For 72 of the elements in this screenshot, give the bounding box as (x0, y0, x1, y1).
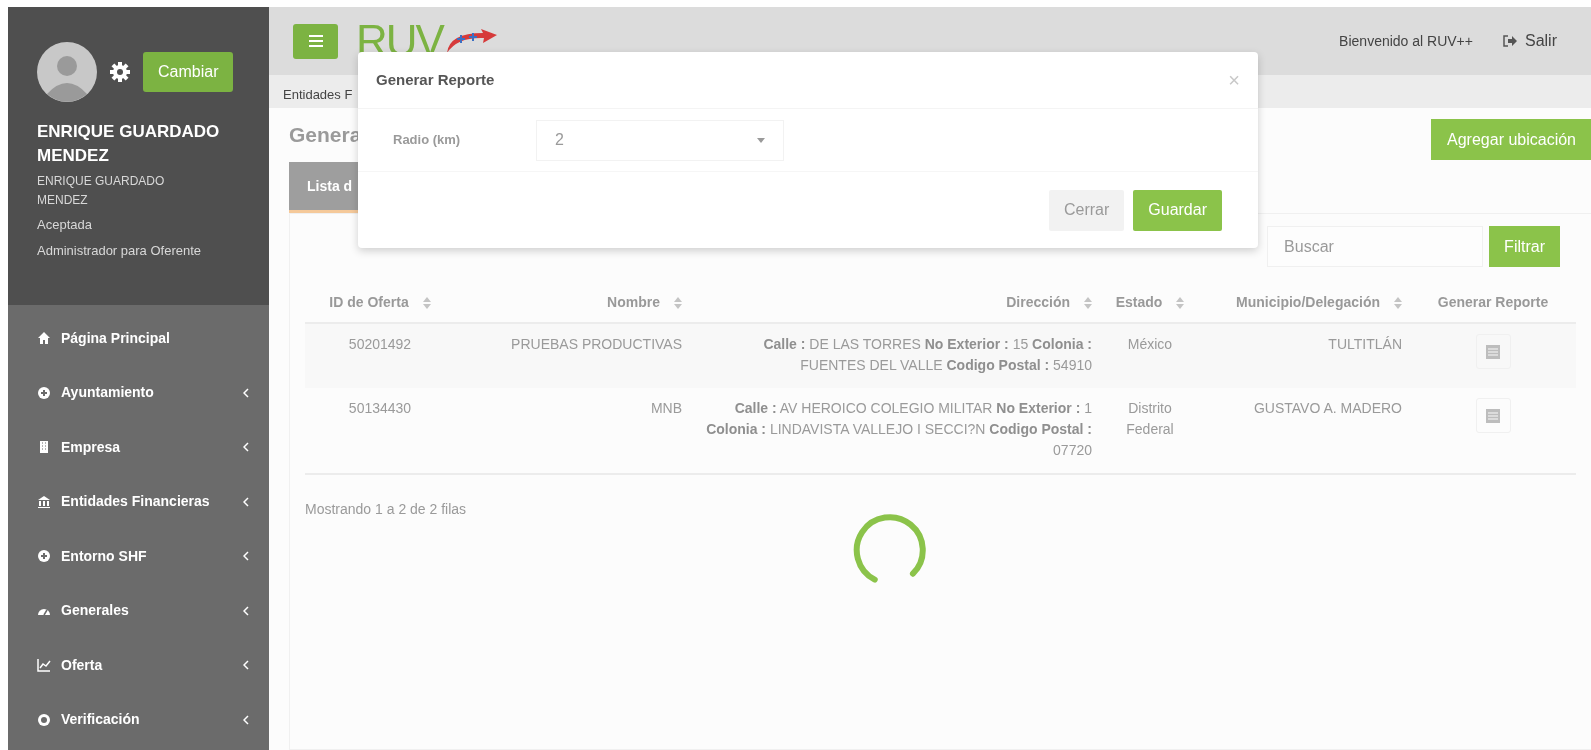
column-header: Generar Reporte (1410, 283, 1576, 323)
welcome-text: Bienvenido al RUV++ (1339, 31, 1473, 51)
save-button[interactable]: Guardar (1133, 189, 1222, 231)
chevron-left-icon (243, 442, 249, 453)
table-cell: PRUEBAS PRODUCTIVAS (455, 323, 690, 388)
sort-icon (1394, 296, 1402, 311)
sort-icon (1084, 296, 1092, 311)
building-icon (37, 440, 51, 455)
chevron-left-icon (243, 605, 249, 616)
sidebar-item[interactable]: Página Principal (8, 311, 269, 366)
chevron-left-icon (243, 387, 249, 398)
radius-select[interactable]: 2 (536, 119, 784, 161)
radius-value: 2 (555, 130, 564, 150)
menu-icon (308, 35, 323, 47)
plus-circle-icon (37, 549, 51, 564)
table-cell: MNB (455, 388, 690, 474)
plus-circle-icon (37, 385, 51, 400)
user-name: ENRIQUE GUARDADO MENDEZ (37, 121, 221, 167)
bank-icon (37, 494, 51, 509)
table-cell: GUSTAVO A. MADERO (1200, 388, 1410, 474)
chevron-left-icon (243, 660, 249, 671)
close-dialog-button[interactable]: Cerrar (1048, 189, 1125, 231)
list-icon (1486, 408, 1500, 423)
sidebar-item[interactable]: Verificación (8, 692, 269, 747)
avatar-icon (37, 42, 97, 102)
report-button[interactable] (1475, 334, 1511, 369)
column-header[interactable]: Dirección (690, 283, 1100, 323)
sort-icon (422, 296, 431, 311)
column-header[interactable]: Nombre (455, 283, 690, 323)
logout-link[interactable]: Salir (1503, 29, 1557, 53)
caret-icon (757, 137, 765, 143)
chevron-left-icon (243, 496, 249, 507)
sign-out-icon (1503, 35, 1517, 47)
dialog-title: Generar Reporte (376, 69, 495, 90)
sidebar-item[interactable]: Ayuntamiento (8, 365, 269, 420)
user-role: Administrador para Oferente (37, 241, 203, 260)
menu-button[interactable] (293, 23, 338, 59)
sort-icon (674, 296, 682, 311)
sidebar-item[interactable]: Oferta (8, 638, 269, 693)
column-header[interactable]: ID de Oferta (305, 283, 455, 323)
chevron-left-icon (243, 714, 249, 725)
column-header[interactable]: Municipio/Delegación (1200, 283, 1410, 323)
pagination-info: Mostrando 1 a 2 de 2 filas (305, 500, 468, 519)
chevron-left-icon (243, 551, 249, 562)
close-button[interactable]: × (1228, 70, 1240, 90)
table-cell: México (1100, 323, 1200, 388)
sidebar-item[interactable]: Empresa (8, 420, 269, 475)
filter-button[interactable]: Filtrar (1489, 226, 1560, 267)
breadcrumb: Entidades F (283, 85, 353, 104)
user-status: Aceptada (37, 216, 93, 234)
table-cell: Calle : DE LAS TORRES No Exterior : 15 Colonia : FUENTES DEL VALLE Codigo Postal : 54910 (690, 323, 1100, 388)
table-cell: 50134430 (305, 388, 455, 474)
search-field[interactable]: Buscar (1267, 226, 1484, 267)
list-icon (1486, 344, 1500, 359)
sidebar-item[interactable]: Entidades Financieras (8, 474, 269, 529)
line-chart-icon (37, 658, 51, 673)
sidebar-item[interactable]: Generales (8, 583, 269, 638)
user-fullname: ENRIQUE GUARDADO MENDEZ (37, 173, 166, 209)
radius-label: Radio (km) (393, 131, 462, 150)
table-cell: 50201492 (305, 323, 455, 388)
table-cell: Distrito Federal (1100, 388, 1200, 474)
column-header[interactable]: Estado (1100, 283, 1200, 323)
table-cell: Calle : AV HEROICO COLEGIO MILITAR No Exterior : 1 Colonia : LINDAVISTA VALLEJO I SECCI?N Codigo Postal : 07720 (690, 388, 1100, 474)
table-cell: TULTITLÁN (1200, 323, 1410, 388)
change-button[interactable]: Cambiar (143, 52, 234, 92)
tab[interactable]: Lista d (289, 162, 358, 213)
dot-circle-icon (37, 712, 51, 727)
home-icon (37, 331, 51, 346)
report-button[interactable] (1475, 398, 1511, 433)
sort-icon (1176, 296, 1185, 311)
add-location-button[interactable]: Agregar ubicación (1431, 119, 1591, 160)
sidebar-item[interactable]: Entorno SHF (8, 529, 269, 584)
